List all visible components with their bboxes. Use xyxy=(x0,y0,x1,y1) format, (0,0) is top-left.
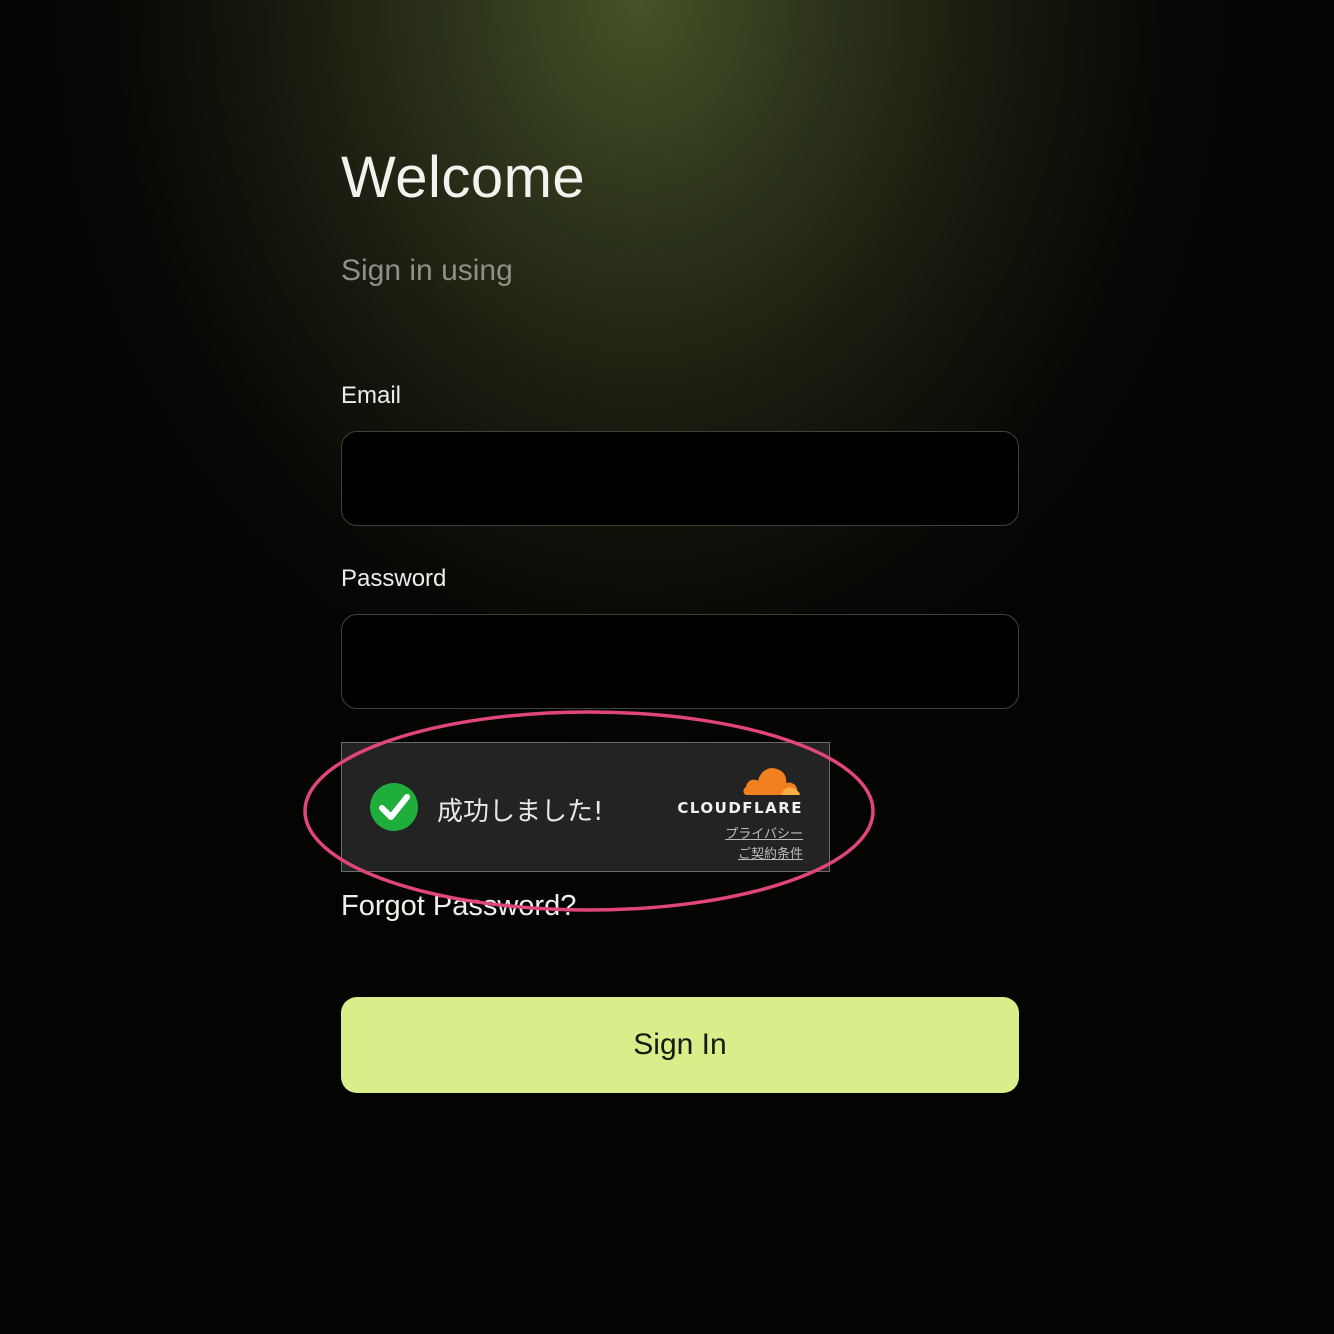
captcha-status-text: 成功しました! xyxy=(437,797,604,827)
check-circle-icon xyxy=(370,783,418,831)
page-title: Welcome xyxy=(341,145,586,210)
cloudflare-wordmark: CLOUDFLARE xyxy=(677,799,803,817)
email-label: Email xyxy=(341,382,402,409)
cloudflare-turnstile-widget: 成功しました! CLOUDFLARE プライバシー ご契約条件 xyxy=(341,742,830,872)
email-input[interactable] xyxy=(341,431,1019,526)
password-label: Password xyxy=(341,565,447,592)
forgot-password-link[interactable]: Forgot Password? xyxy=(341,890,576,923)
sign-in-using-text: Sign in using xyxy=(341,254,513,287)
cloudflare-cloud-icon xyxy=(743,768,801,795)
cloudflare-logo: CLOUDFLARE xyxy=(673,761,803,831)
privacy-link[interactable]: プライバシー xyxy=(725,823,803,842)
sign-in-button[interactable]: Sign In xyxy=(341,997,1019,1093)
login-page: Welcome Sign in using Email Password 成功し… xyxy=(0,0,1334,1334)
password-input[interactable] xyxy=(341,614,1019,709)
terms-link[interactable]: ご契約条件 xyxy=(738,843,803,862)
